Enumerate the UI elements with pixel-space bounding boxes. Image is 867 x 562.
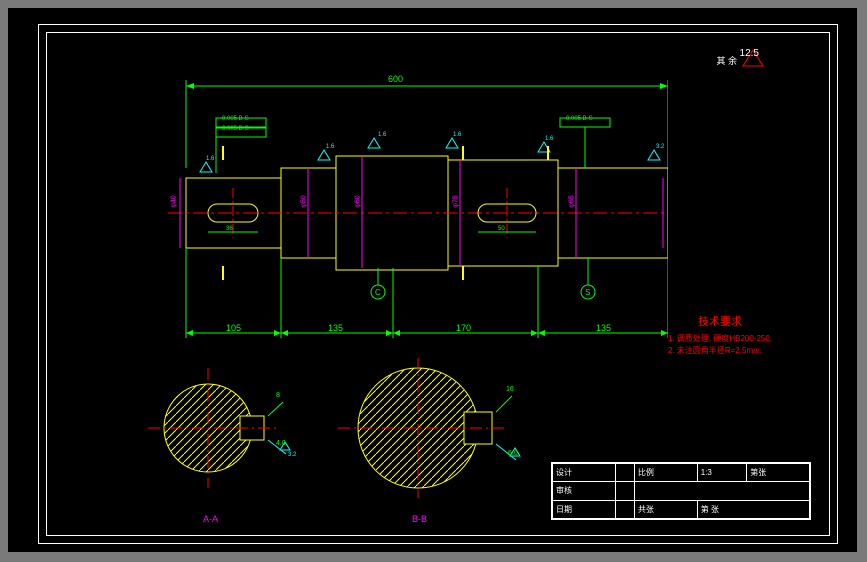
datum-c: C	[375, 288, 381, 297]
cad-viewport[interactable]: 其 余 12.5	[0, 0, 867, 562]
ra-7: 3.2	[288, 452, 296, 458]
tb-r2c2	[615, 482, 634, 500]
surface-note-label: 其 余	[716, 54, 737, 67]
dim-seg2: 135	[328, 323, 343, 333]
dia-5: φ65	[569, 195, 576, 207]
ra-2: 1.6	[326, 144, 334, 150]
shaft-main-view	[108, 68, 668, 348]
tb-r2c1: 审核	[553, 482, 616, 500]
tb-r1c4: 1:3	[697, 464, 746, 482]
dim-seg1: 105	[226, 323, 241, 333]
tb-r1c1: 设计	[553, 464, 616, 482]
tol-box-2: 0.005 B-S	[222, 126, 249, 132]
section-a-key-w: 8	[276, 392, 280, 399]
dim-seg4: 135	[596, 323, 611, 333]
tb-r3c3: 共张	[634, 500, 697, 518]
section-a-key-h: 4.0	[276, 440, 286, 447]
datum-s: S	[585, 288, 590, 297]
tb-r1c5: 第张	[747, 464, 810, 482]
tb-r3c4: 第 张	[697, 500, 809, 518]
ra-6: 3.2	[656, 144, 664, 150]
ra-5: 1.6	[545, 136, 553, 142]
tol-box-3: 0.005 B-S	[566, 116, 593, 122]
ra-3: 1.6	[378, 132, 386, 138]
ra-4: 1.6	[453, 132, 461, 138]
tb-r1c3: 比例	[634, 464, 697, 482]
dia-2: φ50	[301, 195, 308, 207]
ra-1: 1.6	[206, 156, 214, 162]
section-b-key-w: 16	[506, 386, 514, 393]
keyway-right-len: 50	[498, 226, 505, 232]
keyway-left-len: 36	[226, 226, 233, 232]
dim-seg3: 170	[456, 323, 471, 333]
surface-note-value: 12.5	[740, 48, 759, 59]
tb-r3c2	[615, 500, 634, 518]
dia-4: φ75	[453, 195, 460, 207]
tb-r2c3	[634, 482, 809, 500]
tech-req-2: 2. 未注圆角半径R=2.5mm.	[668, 345, 762, 356]
title-block: 设计 比例 1:3 第张 审核 日期 共张 第 张	[551, 462, 811, 520]
section-views	[128, 358, 548, 518]
dim-overall: 600	[388, 74, 403, 84]
tol-box-1: 0.005 B-S	[222, 116, 249, 122]
drawing-canvas[interactable]: 其 余 12.5	[8, 8, 857, 552]
tech-req-title: 技术要求	[698, 313, 742, 329]
section-label-aa: A-A	[203, 514, 218, 524]
tb-r3c1: 日期	[553, 500, 616, 518]
dia-3: φ60	[355, 195, 362, 207]
dia-1: φ40	[171, 195, 178, 207]
tb-r1c2	[615, 464, 634, 482]
tech-req-1: 1. 调质处理, 硬度HB200-250.	[668, 333, 772, 344]
section-label-bb: B-B	[412, 514, 427, 524]
section-b-key-h: 6.0	[508, 450, 518, 457]
